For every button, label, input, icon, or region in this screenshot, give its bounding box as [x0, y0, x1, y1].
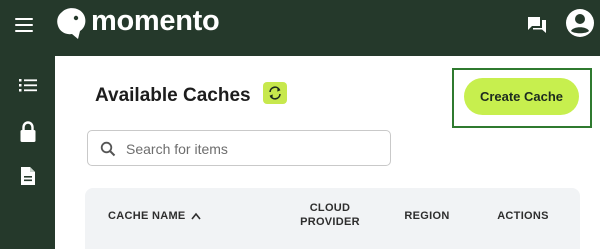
sidebar-item-lock[interactable] — [0, 112, 55, 152]
column-header-label: CACHE NAME — [108, 210, 186, 222]
create-cache-button[interactable]: Create Cache — [464, 78, 579, 115]
momento-logo-icon — [57, 8, 86, 39]
caches-table: CACHE NAME CLOUD PROVIDER REGION ACTIONS — [85, 188, 580, 249]
column-header-region[interactable]: REGION — [397, 209, 457, 223]
account-circle-icon[interactable] — [565, 8, 595, 38]
chat-bubbles-icon[interactable] — [525, 13, 549, 37]
page-title: Available Caches — [95, 85, 251, 106]
lock-icon — [20, 121, 35, 142]
search-input[interactable] — [126, 138, 376, 160]
column-header-cache-name[interactable]: CACHE NAME — [108, 209, 202, 223]
sidebar-item-list[interactable] — [0, 65, 55, 105]
top-bar: momento — [0, 0, 600, 56]
list-icon — [18, 79, 37, 92]
sidebar-item-document[interactable] — [0, 156, 55, 196]
column-header-cloud-provider[interactable]: CLOUD PROVIDER — [285, 201, 375, 229]
brand-name: momento — [91, 5, 220, 37]
hamburger-menu-icon[interactable] — [13, 14, 35, 36]
refresh-button[interactable] — [263, 82, 287, 104]
column-header-actions: ACTIONS — [497, 210, 549, 222]
search-box — [87, 130, 391, 166]
sidebar — [0, 56, 55, 249]
search-icon — [100, 141, 116, 157]
sort-ascending-icon — [190, 212, 201, 220]
document-icon — [20, 167, 35, 185]
refresh-icon — [269, 86, 281, 100]
